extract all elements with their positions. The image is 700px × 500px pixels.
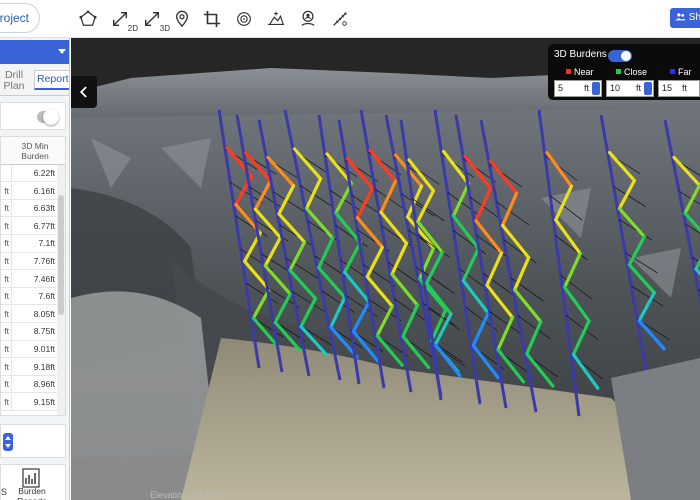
location-pin-icon[interactable] <box>170 7 194 31</box>
report-toggle-row <box>0 102 66 130</box>
far-threshold-input[interactable]: 15 ft <box>658 80 700 97</box>
toggle-knob <box>43 109 59 125</box>
tab-report[interactable]: Report <box>34 70 69 90</box>
row-min-burden-value: 6.16ft <box>11 182 55 200</box>
close-threshold-input[interactable]: 10 ft <box>606 80 654 97</box>
3d-viewport[interactable] <box>71 38 700 500</box>
table-scrollbar[interactable] <box>57 165 65 415</box>
row-min-burden-value: 6.22ft <box>11 165 55 182</box>
stepper-row <box>0 424 66 458</box>
share-label: Sh <box>688 12 700 23</box>
row-min-burden-value: 6.63ft <box>11 200 55 218</box>
left-panel: Drill Plan Report 3D Min Burden 6.22ft ft… <box>0 38 70 500</box>
row-first-cell: ft <box>4 344 9 354</box>
toggle-knob <box>621 51 631 61</box>
row-first-cell: ft <box>4 238 9 249</box>
row-min-burden-value: 8.96ft <box>11 376 55 394</box>
measure-3d-label: 3D <box>159 24 170 33</box>
ruler-icon[interactable] <box>328 7 352 31</box>
legend-close: Close <box>616 67 647 77</box>
scale-readout: Elevation: 04 18ft <box>150 490 220 500</box>
scrollbar-thumb[interactable] <box>58 195 64 315</box>
near-value: 5 <box>558 83 564 93</box>
reports-section: S Burden Reports <box>0 464 66 500</box>
measure-2d-label: 2D <box>127 24 138 33</box>
near-threshold-input[interactable]: 5 ft <box>554 80 602 97</box>
burdens-toggle[interactable] <box>608 50 632 62</box>
burden-table: 3D Min Burden 6.22ft ft 6.16ft ft 6.63ft ft 6.… <box>0 136 66 416</box>
far-swatch <box>670 69 675 74</box>
reports-count: S <box>1 487 8 497</box>
row-min-burden-value: 7.6ft <box>11 288 55 306</box>
top-toolbar: Project 2D 3D Sh <box>0 0 700 38</box>
report-toggle[interactable] <box>37 109 59 125</box>
stepper-icon[interactable] <box>3 433 13 451</box>
row-min-burden-value: 6.77ft <box>11 217 55 235</box>
table-header: 3D Min Burden <box>1 137 65 165</box>
row-first-cell: ft <box>4 361 9 372</box>
row-first-cell: ft <box>4 185 9 196</box>
3d-burdens-panel: 3D Burdens Near Close Far 5 ft 10 ft 15 ft <box>548 44 700 100</box>
row-min-burden-value: 9.15ft <box>11 393 55 411</box>
row-min-burden-value: 8.75ft <box>11 323 55 341</box>
scene-canvas[interactable] <box>71 38 700 500</box>
legend-near-label: Near <box>574 67 594 77</box>
near-stepper[interactable] <box>592 82 600 95</box>
row-min-burden-value: 7.46ft <box>11 270 55 288</box>
row-min-burden-value: 8.05ft <box>11 305 55 323</box>
row-first-cell: ft <box>4 273 9 284</box>
burden-reports-label[interactable]: Burden Reports <box>15 486 49 500</box>
back-button[interactable] <box>71 76 97 108</box>
chevron-left-icon <box>79 86 87 98</box>
burdens-title: 3D Burdens <box>554 49 607 60</box>
legend-near: Near <box>566 67 594 77</box>
panel-header-dropdown[interactable] <box>0 40 69 64</box>
polygon-icon[interactable] <box>76 7 100 31</box>
close-swatch <box>616 69 621 74</box>
row-first-cell: ft <box>4 256 9 266</box>
row-first-cell: ft <box>4 291 9 302</box>
measure-3d-icon[interactable]: 3D <box>140 7 170 33</box>
row-first-cell: ft <box>4 308 9 319</box>
column-header-3d-min-burden: 3D Min Burden <box>21 141 49 161</box>
far-unit: ft <box>681 83 687 93</box>
row-min-burden-value: 7.1ft <box>11 235 55 253</box>
row-first-cell: ft <box>4 379 9 390</box>
row-first-cell: ft <box>4 396 9 407</box>
chevron-down-icon <box>58 49 66 54</box>
legend-far: Far <box>670 67 692 77</box>
users-icon <box>675 13 686 21</box>
close-unit: ft <box>635 83 641 93</box>
row-min-burden-value: 9.01ft <box>11 341 55 358</box>
project-button[interactable]: Project <box>0 3 40 33</box>
volume-icon[interactable] <box>264 7 288 31</box>
close-stepper[interactable] <box>644 82 652 95</box>
far-value: 15 <box>662 83 673 93</box>
target-icon[interactable] <box>232 7 256 31</box>
crop-icon[interactable] <box>200 7 224 31</box>
close-value: 10 <box>610 83 621 93</box>
row-min-burden-value: 9.18ft <box>11 358 55 376</box>
near-unit: ft <box>583 83 589 93</box>
row-min-burden-value: 7.76ft <box>11 253 55 270</box>
near-swatch <box>566 69 571 74</box>
row-first-cell: ft <box>4 326 9 337</box>
person-pin-icon[interactable] <box>296 7 320 31</box>
measure-2d-icon[interactable]: 2D <box>108 7 138 33</box>
legend-close-label: Close <box>624 67 648 77</box>
share-button[interactable]: Sh <box>670 8 700 28</box>
legend-far-label: Far <box>678 67 692 77</box>
row-first-cell: ft <box>4 203 9 214</box>
tab-drill-plan[interactable]: Drill Plan <box>2 70 26 92</box>
panel-tabs: Drill Plan Report <box>0 68 69 96</box>
row-first-cell: ft <box>4 220 9 231</box>
